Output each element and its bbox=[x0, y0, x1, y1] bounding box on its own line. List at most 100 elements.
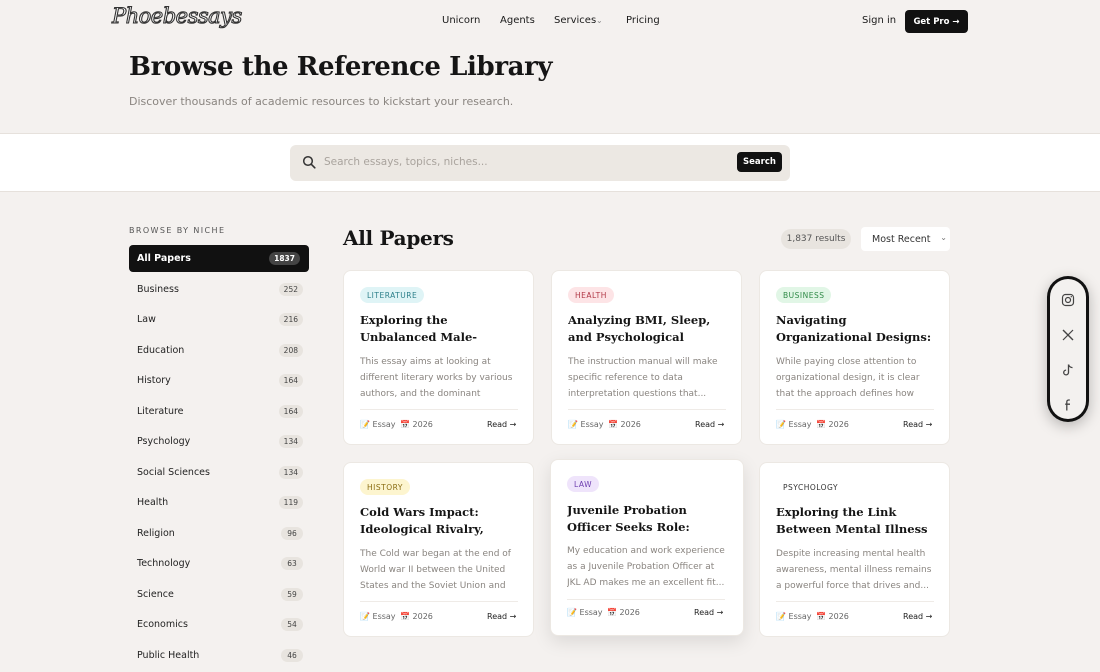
niche-label: Religion bbox=[137, 527, 175, 539]
niche-count: 216 bbox=[278, 313, 303, 326]
niche-label: Social Sciences bbox=[137, 466, 210, 478]
sort-select[interactable]: Most Recent ⌄ bbox=[861, 227, 950, 251]
niche-label: Literature bbox=[137, 405, 184, 417]
niche-count: 119 bbox=[278, 496, 303, 509]
niche-count: 134 bbox=[278, 465, 303, 479]
read-link[interactable]: Read → bbox=[695, 420, 724, 429]
browse-by-niche-heading: BROWSE BY NICHE bbox=[129, 226, 226, 235]
niche-tag: HISTORY bbox=[360, 479, 410, 495]
paper-year: 📅 2026 bbox=[607, 608, 640, 617]
nav-link-unicorn[interactable]: Unicorn bbox=[442, 15, 480, 26]
search-button[interactable]: Search bbox=[737, 152, 782, 172]
paper-card[interactable]: HISTORY Cold Wars Impact: Ideological Ri… bbox=[343, 462, 534, 637]
niche-item-literature[interactable]: Literature 164 bbox=[129, 398, 309, 425]
paper-type: 📝 Essay bbox=[776, 612, 812, 621]
paper-title[interactable]: Exploring the Link Between Mental Illnes… bbox=[776, 504, 934, 538]
niche-count: 252 bbox=[278, 282, 303, 296]
read-link[interactable]: Read → bbox=[903, 612, 932, 621]
niche-tag: PSYCHOLOGY bbox=[776, 479, 846, 495]
paper-title[interactable]: Juvenile Probation Officer Seeks Role: D… bbox=[567, 502, 725, 536]
paper-card[interactable]: HEALTH Analyzing BMI, Sleep, and Psychol… bbox=[551, 270, 742, 445]
logo[interactable]: Phoebessays bbox=[111, 3, 242, 28]
niche-item-education[interactable]: Education 208 bbox=[129, 337, 309, 364]
read-link[interactable]: Read → bbox=[487, 420, 516, 429]
paper-excerpt: The Cold war began at the end of World w… bbox=[360, 549, 511, 591]
niche-count: 208 bbox=[278, 343, 303, 357]
get-pro-button[interactable]: Get Pro → bbox=[905, 10, 968, 33]
paper-excerpt: While paying close attention to organiza… bbox=[776, 357, 920, 399]
paper-type-label: Essay bbox=[580, 420, 604, 429]
niche-tag: LAW bbox=[567, 476, 599, 492]
paper-card[interactable]: LITERATURE Exploring the Unbalanced Male… bbox=[343, 270, 534, 445]
sort-select-value: Most Recent bbox=[872, 233, 931, 245]
paper-type: 📝 Essay bbox=[360, 420, 396, 429]
chevron-down-icon[interactable]: ⌄ bbox=[596, 16, 603, 25]
paper-card[interactable]: LAW Juvenile Probation Officer Seeks Rol… bbox=[550, 459, 744, 636]
niche-list: All Papers 1837 Business 252 Law 216 Edu… bbox=[129, 245, 309, 672]
niche-count: 46 bbox=[281, 648, 303, 662]
paper-year: 📅 2026 bbox=[816, 420, 849, 429]
paper-card[interactable]: BUSINESS Navigating Organizational Desig… bbox=[759, 270, 950, 445]
chevron-down-icon: ⌄ bbox=[940, 233, 947, 242]
niche-count: 54 bbox=[281, 618, 303, 631]
search-input[interactable] bbox=[324, 154, 724, 170]
niche-tag: BUSINESS bbox=[776, 287, 832, 303]
paper-year-label: 2026 bbox=[828, 420, 849, 429]
niche-item-economics[interactable]: Economics 54 bbox=[129, 611, 309, 638]
niche-item-history[interactable]: History 164 bbox=[129, 367, 309, 394]
paper-type-label: Essay bbox=[579, 608, 603, 617]
read-link[interactable]: Read → bbox=[903, 420, 932, 429]
niche-item-law[interactable]: Law 216 bbox=[129, 306, 309, 333]
nav-link-agents[interactable]: Agents bbox=[500, 15, 535, 26]
paper-title[interactable]: Exploring the Unbalanced Male-Female Dyn… bbox=[360, 312, 518, 346]
divider bbox=[360, 601, 518, 602]
tiktok-icon[interactable] bbox=[1061, 363, 1075, 377]
niche-count: 63 bbox=[281, 557, 303, 570]
niche-item-psychology[interactable]: Psychology 134 bbox=[129, 428, 309, 455]
divider bbox=[776, 601, 934, 602]
niche-label: Science bbox=[137, 588, 174, 600]
paper-title[interactable]: Cold Wars Impact: Ideological Rivalry, A… bbox=[360, 504, 518, 538]
niche-item-health[interactable]: Health 119 bbox=[129, 489, 309, 516]
paper-title[interactable]: Navigating Organizational Designs: Align… bbox=[776, 312, 934, 346]
x-icon[interactable] bbox=[1061, 328, 1075, 342]
paper-year-label: 2026 bbox=[412, 612, 433, 621]
niche-item-all-papers[interactable]: All Papers 1837 bbox=[129, 245, 309, 272]
paper-card[interactable]: PSYCHOLOGY Exploring the Link Between Me… bbox=[759, 462, 950, 637]
niche-label: All Papers bbox=[137, 253, 191, 264]
niche-label: Health bbox=[137, 497, 169, 508]
niche-item-business[interactable]: Business 252 bbox=[129, 276, 309, 303]
niche-label: Education bbox=[137, 344, 185, 356]
facebook-icon[interactable] bbox=[1061, 398, 1075, 412]
read-link[interactable]: Read → bbox=[487, 612, 516, 621]
niche-tag: LITERATURE bbox=[360, 287, 425, 303]
niche-label: Public Health bbox=[137, 649, 200, 661]
nav-link-pricing[interactable]: Pricing bbox=[626, 15, 660, 26]
niche-tag: HEALTH bbox=[568, 287, 614, 303]
paper-excerpt: Despite increasing mental health awarene… bbox=[776, 549, 932, 591]
niche-item-science[interactable]: Science 59 bbox=[129, 581, 309, 608]
section-title: All Papers bbox=[343, 226, 454, 250]
paper-type: 📝 Essay bbox=[360, 612, 396, 621]
page-title: Browse the Reference Library bbox=[129, 52, 553, 82]
paper-year: 📅 2026 bbox=[400, 420, 433, 429]
read-link[interactable]: Read → bbox=[694, 608, 723, 617]
niche-item-religion[interactable]: Religion 96 bbox=[129, 520, 309, 547]
paper-type: 📝 Essay bbox=[567, 608, 603, 617]
niche-item-public-health[interactable]: Public Health 46 bbox=[129, 642, 309, 669]
paper-year-label: 2026 bbox=[620, 420, 641, 429]
niche-item-social-sciences[interactable]: Social Sciences 134 bbox=[129, 459, 309, 486]
paper-type-label: Essay bbox=[788, 420, 812, 429]
niche-count: 1837 bbox=[269, 252, 300, 265]
sign-in-link[interactable]: Sign in bbox=[862, 15, 896, 26]
niche-label: History bbox=[137, 375, 171, 386]
paper-year: 📅 2026 bbox=[816, 612, 849, 621]
niche-count: 59 bbox=[281, 587, 303, 601]
divider bbox=[567, 599, 725, 600]
paper-year: 📅 2026 bbox=[608, 420, 641, 429]
niche-count: 96 bbox=[281, 526, 303, 540]
niche-item-technology[interactable]: Technology 63 bbox=[129, 550, 309, 577]
nav-link-services[interactable]: Services bbox=[554, 15, 596, 26]
paper-title[interactable]: Analyzing BMI, Sleep, and Psychological … bbox=[568, 312, 726, 346]
instagram-icon[interactable] bbox=[1061, 293, 1075, 307]
